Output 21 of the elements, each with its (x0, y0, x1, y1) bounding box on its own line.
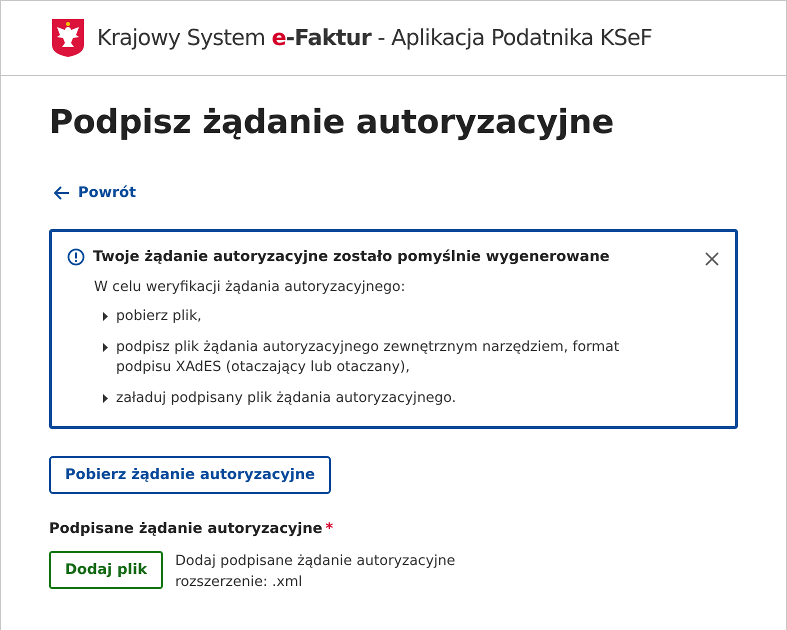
alert-text: W celu weryfikacji żądania autoryzacyjnego: (94, 279, 406, 295)
app-title: Krajowy System e-Faktur - Aplikacja Podatnika KSeF (97, 26, 652, 50)
download-button[interactable]: Pobierz żądanie autoryzacyjne (49, 456, 331, 494)
info-icon (67, 248, 85, 266)
page-title: Podpisz żądanie autoryzacyjne (49, 102, 615, 141)
required-mark: * (326, 521, 334, 537)
add-file-button[interactable]: Dodaj plik (49, 551, 164, 589)
emblem-icon (51, 18, 85, 58)
field-label: Podpisane żądanie autoryzacyjne (49, 521, 323, 537)
list-item: podpisz plik żądania autoryzacyjnego zewnętrznym narzędziem, format podpisu XAdES (otaczający lub otaczany), (116, 338, 620, 377)
close-icon[interactable] (705, 252, 719, 266)
list-item: załaduj podpisany plik żądania autoryzacyjnego. (116, 389, 456, 408)
back-link[interactable]: Powrót (54, 185, 136, 201)
hint-text: rozszerzenie: .xml (175, 573, 304, 592)
bullet-icon (103, 312, 108, 321)
list-item: pobierz plik, (116, 307, 202, 326)
hint-text: Dodaj podpisane żądanie autoryzacyjne (175, 552, 456, 571)
bullet-icon (103, 343, 108, 352)
alert-title: Twoje żądanie autoryzacyjne zostało pomyślnie wygenerowane (93, 249, 610, 265)
back-arrow-icon (54, 186, 70, 200)
bullet-icon (103, 394, 108, 403)
